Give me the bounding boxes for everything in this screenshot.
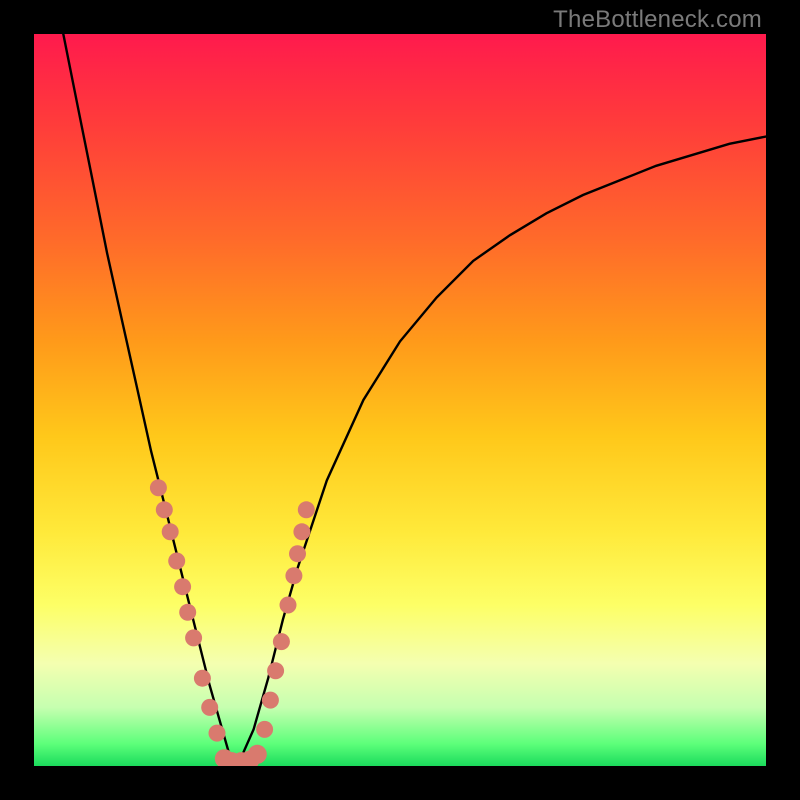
bottleneck-curve	[63, 34, 766, 762]
data-dot	[150, 479, 167, 496]
data-dot	[209, 725, 226, 742]
data-dot	[298, 501, 315, 518]
data-dot	[162, 523, 179, 540]
watermark-label: TheBottleneck.com	[553, 6, 762, 34]
plot-border-right	[766, 0, 800, 800]
data-dot	[185, 629, 202, 646]
chart-overlay	[34, 34, 766, 766]
data-dot	[156, 501, 173, 518]
data-dot	[248, 745, 267, 764]
data-dot	[293, 523, 310, 540]
data-dot	[289, 545, 306, 562]
data-dot	[273, 633, 290, 650]
data-dot	[201, 699, 218, 716]
data-dot	[267, 662, 284, 679]
data-dot	[262, 692, 279, 709]
plot-border-bottom	[0, 766, 800, 800]
data-dot	[280, 597, 297, 614]
data-dot	[174, 578, 191, 595]
data-dot	[179, 604, 196, 621]
data-dot	[256, 721, 273, 738]
data-dot	[285, 567, 302, 584]
data-dot	[194, 670, 211, 687]
plot-border-left	[0, 0, 34, 800]
data-dot	[168, 553, 185, 570]
dot-cluster	[150, 479, 315, 766]
